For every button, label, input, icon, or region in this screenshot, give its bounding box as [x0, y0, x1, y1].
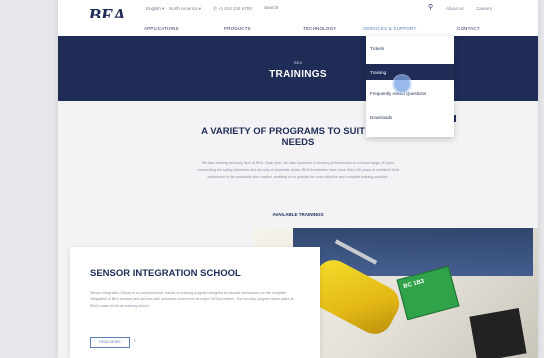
phone-link[interactable]: ✆ +1 814 234 6700 [213, 6, 252, 12]
menu-edge-marker [454, 46, 456, 53]
menu-item-faq[interactable]: Frequently Asked Questions [366, 85, 454, 101]
nav-technology[interactable]: Technology [303, 26, 337, 31]
headline-line-1: A VARIETY OF PROGRAMS TO SUIT YOUR [201, 126, 395, 137]
click-indicator [394, 76, 410, 92]
section-headline: A VARIETY OF PROGRAMS TO SUIT YOUR NEEDS [58, 126, 538, 148]
intro-paragraph: We take training seriously here at BEA. … [197, 161, 399, 179]
about-link[interactable]: About us [446, 6, 464, 11]
circuit-board [469, 308, 527, 358]
hero-banner: BEA TRAININGS [58, 36, 538, 101]
browser-viewport: BEA English ▾ North America ▾ ✆ +1 814 2… [0, 0, 544, 358]
menu-edge-marker [454, 91, 456, 98]
breadcrumb[interactable]: BEA [58, 60, 538, 65]
services-dropdown-menu: Tickets Training Frequently Asked Questi… [366, 36, 456, 137]
headline-line-2: NEEDS [281, 137, 315, 148]
read-more-button[interactable]: READ MORE [90, 337, 130, 348]
available-trainings-heading: AVAILABLE TRAININGS [272, 212, 324, 217]
menu-item-tickets[interactable]: Tickets [366, 40, 454, 56]
menu-item-label: Downloads [370, 115, 393, 120]
utility-bar: BEA English ▾ North America ▾ ✆ +1 814 2… [58, 0, 538, 27]
page-title: TRAININGS [269, 69, 327, 80]
menu-item-label: Tickets [370, 46, 385, 51]
training-card: SENSOR INTEGRATION SCHOOL Sensor Integra… [70, 247, 320, 358]
search-box [264, 5, 424, 13]
web-page: BEA English ▾ North America ▾ ✆ +1 814 2… [58, 0, 538, 358]
careers-link[interactable]: Careers [476, 6, 492, 11]
card-description: Sensor Integration School is a comprehen… [90, 291, 294, 308]
menu-item-label: Training [370, 70, 387, 75]
menu-edge-marker [454, 115, 456, 122]
menu-item-downloads[interactable]: Downloads [366, 109, 454, 125]
search-icon[interactable]: ⚲ [428, 3, 433, 11]
nav-products[interactable]: Products [224, 26, 251, 31]
menu-item-training[interactable]: Training [366, 64, 454, 80]
region-selector[interactable]: North America ▾ [169, 6, 201, 12]
menu-item-label: Frequently Asked Questions [370, 91, 427, 96]
nav-contact[interactable]: Contact [457, 26, 480, 31]
nav-applications[interactable]: Applications [144, 26, 179, 31]
main-nav: Applications Products Technology Service… [58, 18, 538, 36]
language-selector[interactable]: English ▾ [146, 6, 164, 12]
chevron-right-icon[interactable]: › [134, 338, 136, 344]
connector-label: BC 1B3 [402, 278, 426, 291]
search-input[interactable] [264, 5, 404, 10]
card-title: SENSOR INTEGRATION SCHOOL [90, 268, 241, 279]
nav-services-support[interactable]: Services & Support [363, 26, 416, 31]
